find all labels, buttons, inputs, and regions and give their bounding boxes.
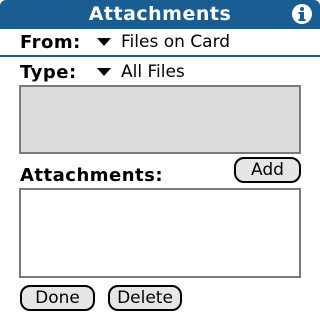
type-label: Type:	[20, 62, 77, 83]
from-label: From:	[20, 32, 81, 53]
files-list[interactable]	[19, 85, 301, 154]
dropdown-arrow-icon	[97, 38, 111, 46]
delete-button[interactable]: Delete	[108, 285, 182, 311]
attachments-label: Attachments:	[20, 165, 164, 186]
divider	[0, 55, 320, 57]
from-dropdown[interactable]: Files on Card	[97, 31, 230, 53]
title-bar: Attachments	[0, 0, 320, 30]
done-button[interactable]: Done	[20, 285, 95, 311]
info-icon[interactable]	[291, 3, 313, 25]
attachments-list[interactable]	[19, 188, 301, 278]
from-value: Files on Card	[121, 32, 231, 52]
add-button[interactable]: Add	[234, 157, 301, 183]
dropdown-arrow-icon	[97, 68, 111, 76]
type-dropdown[interactable]: All Files	[97, 61, 185, 83]
page-title: Attachments	[88, 3, 232, 25]
type-value: All Files	[121, 62, 185, 82]
